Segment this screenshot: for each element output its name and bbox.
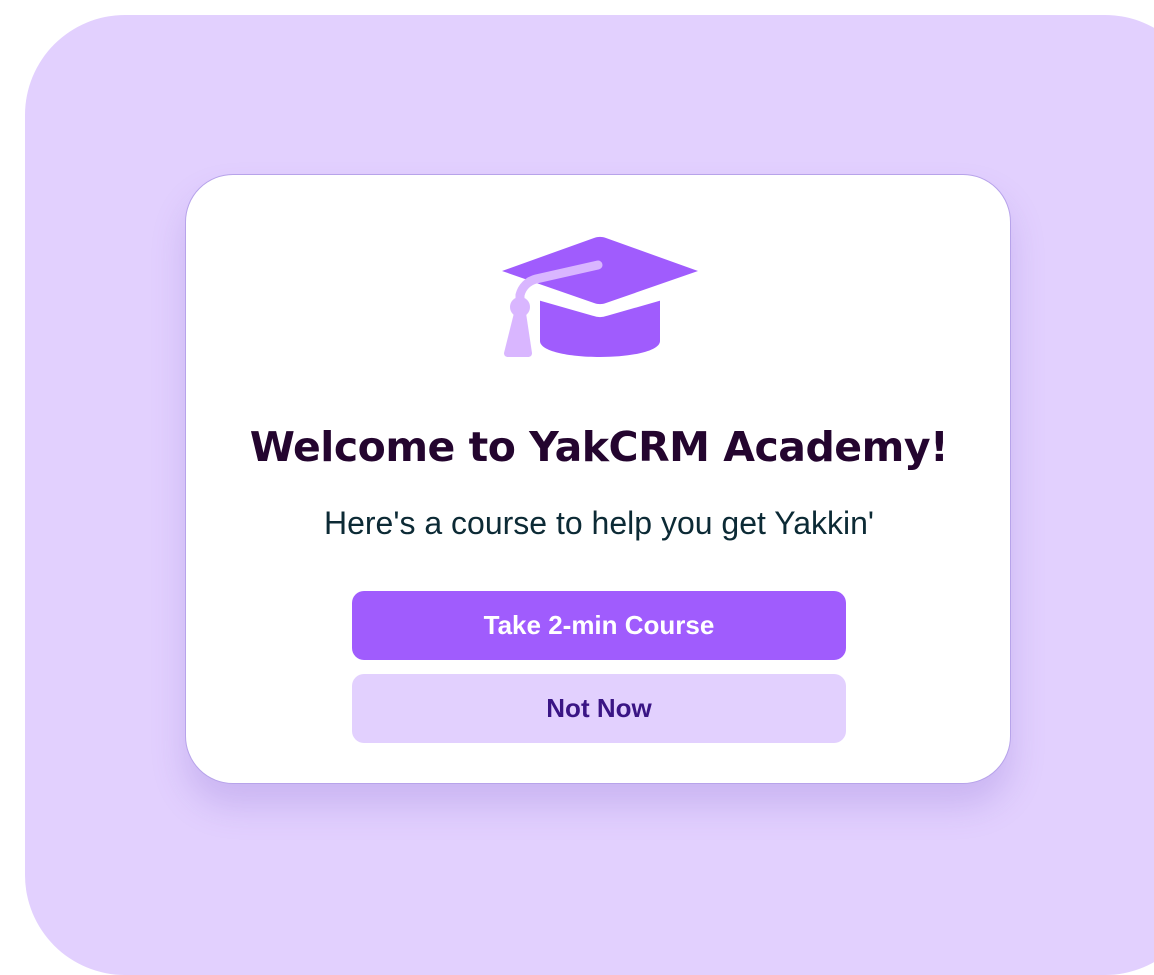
dialog-subtitle: Here's a course to help you get Yakkin' xyxy=(323,505,874,541)
dialog-title: Welcome to YakCRM Academy! xyxy=(249,423,949,471)
welcome-dialog: Welcome to YakCRM Academy! Here's a cour… xyxy=(185,174,1011,784)
not-now-button[interactable]: Not Now xyxy=(352,674,846,743)
graduation-cap-icon xyxy=(502,236,698,357)
take-course-button[interactable]: Take 2-min Course xyxy=(352,591,846,660)
